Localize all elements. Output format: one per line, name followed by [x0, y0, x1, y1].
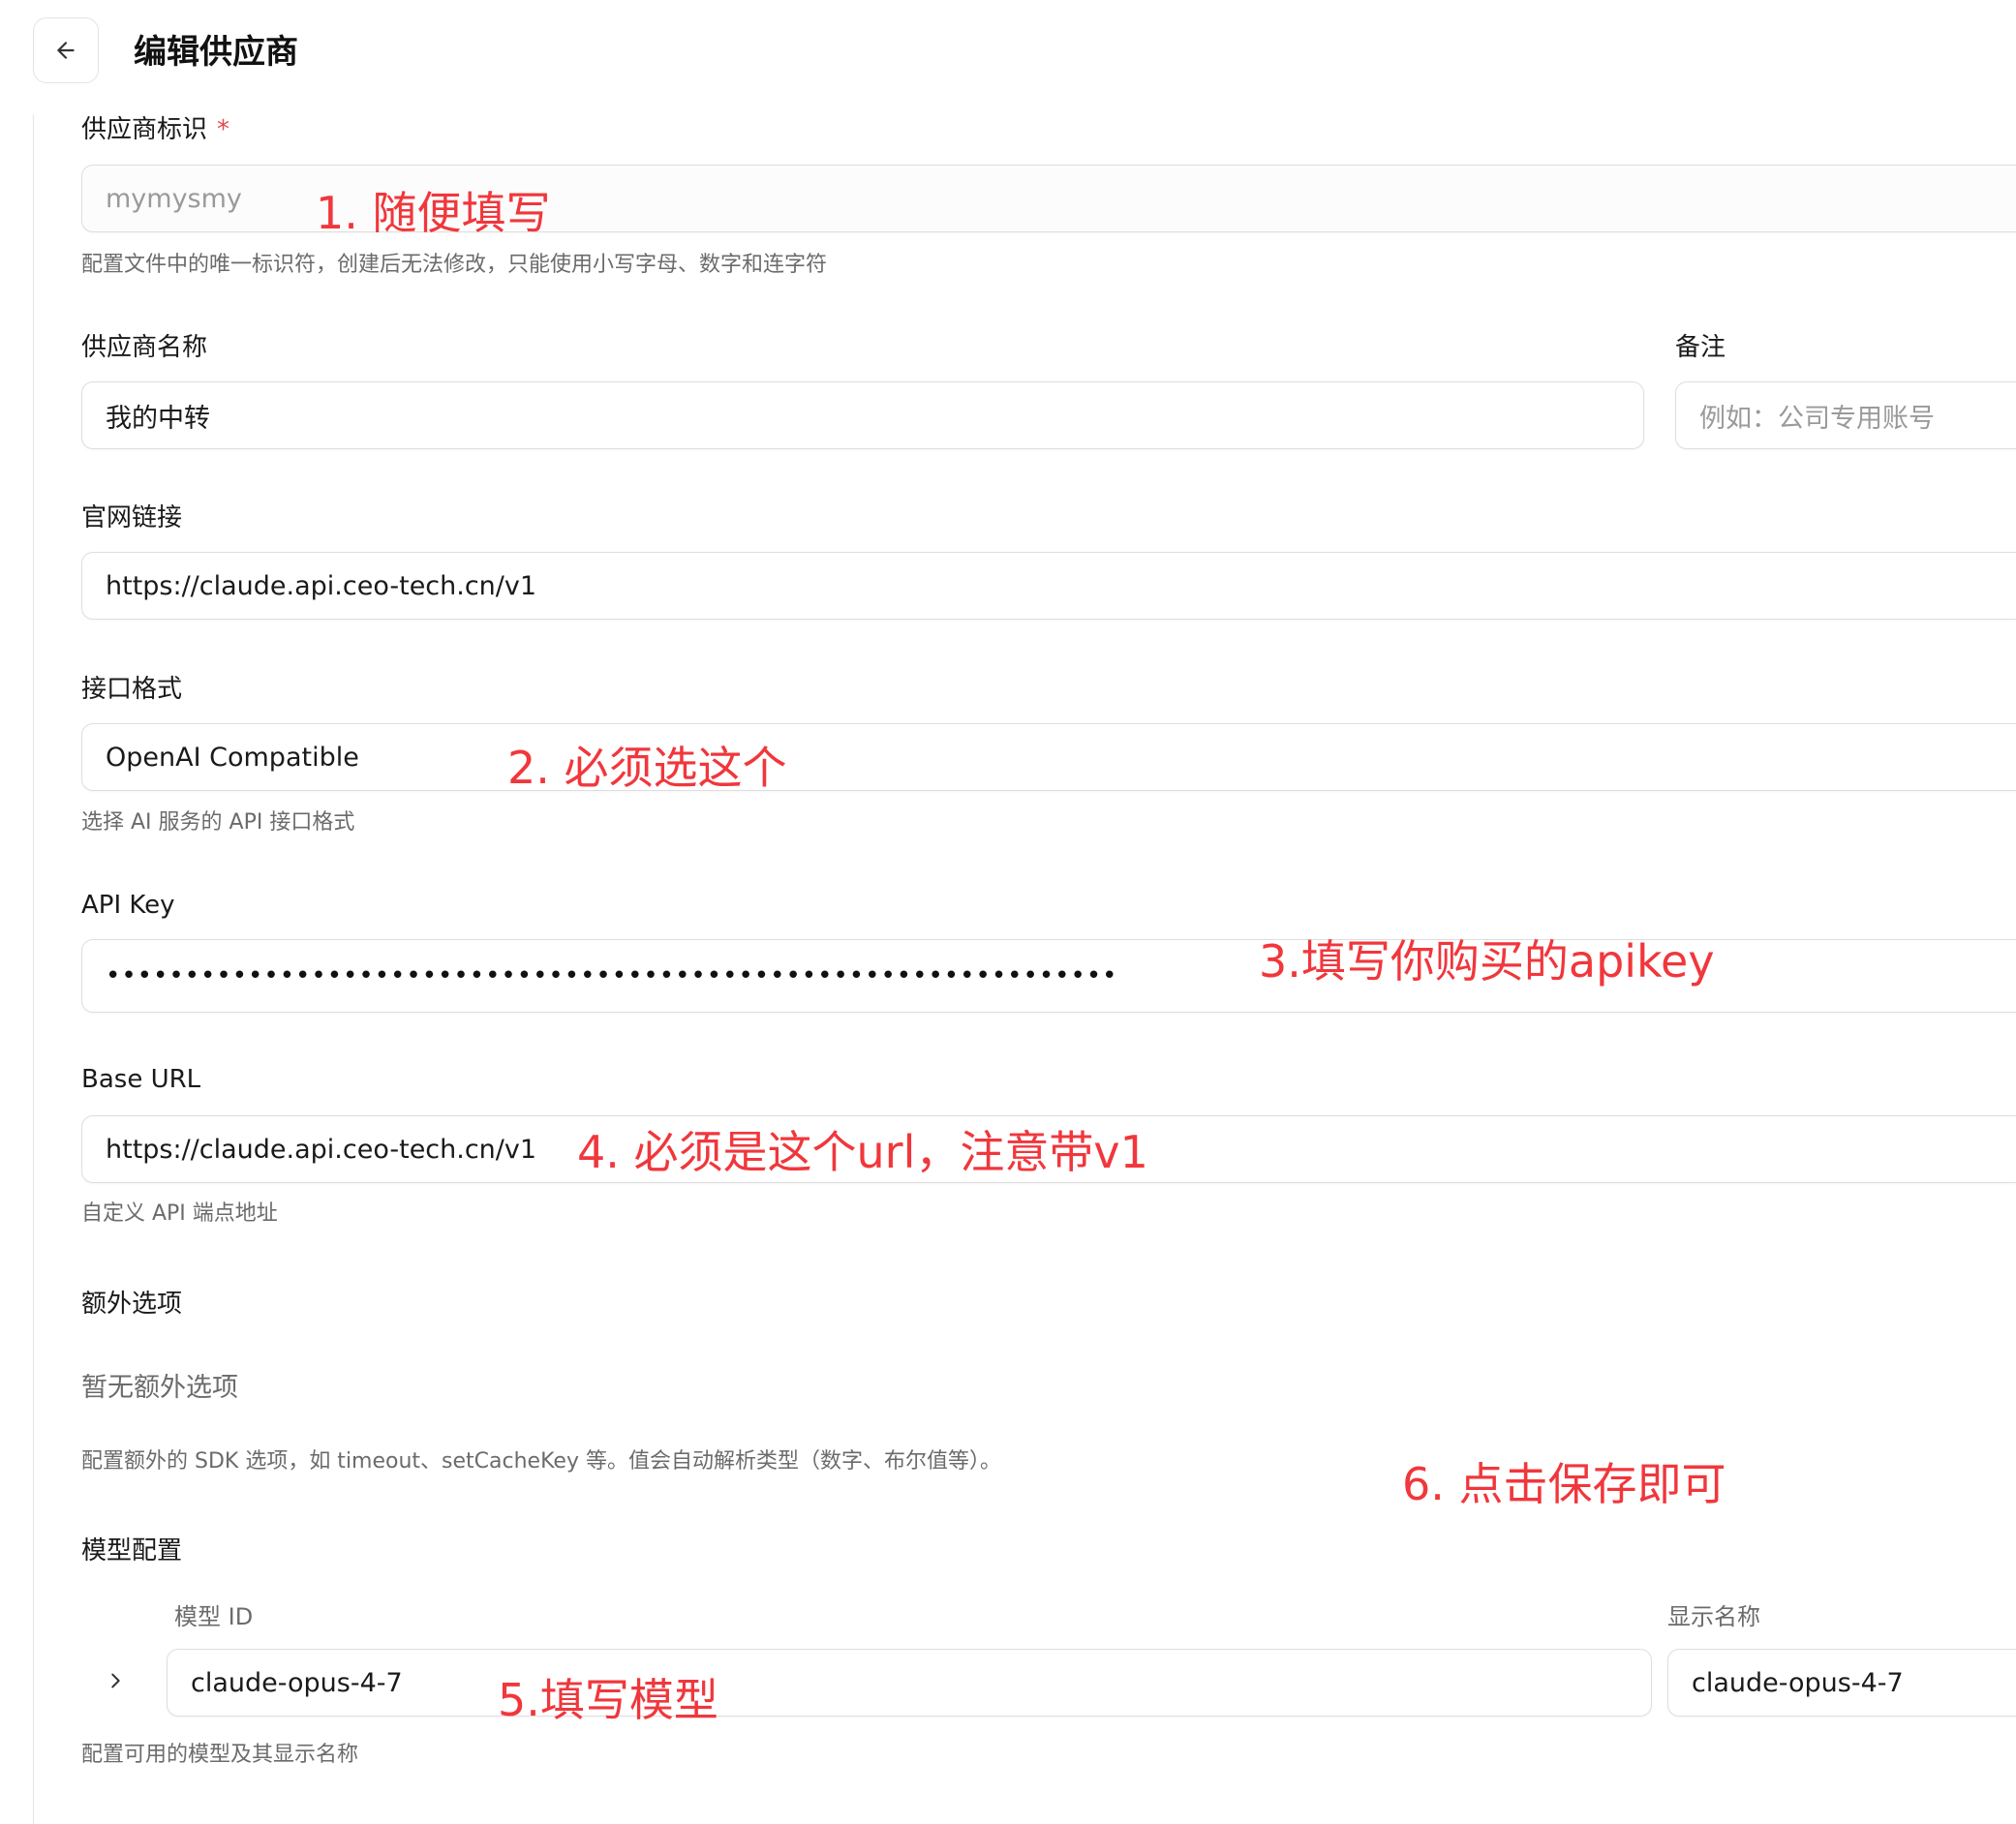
model-display-name-input[interactable]: claude-opus-4-7 [1667, 1649, 2016, 1717]
page-title: 编辑供应商 [134, 33, 298, 72]
annotation-step-1: 1. 随便填写 [316, 187, 551, 239]
arrow-left-icon [57, 42, 75, 59]
model-id-value: claude-opus-4-7 [191, 1667, 403, 1698]
api-key-label: API Key [81, 891, 175, 920]
models-help: 配置可用的模型及其显示名称 [81, 1743, 359, 1767]
model-id-column-label: 模型 ID [174, 1603, 254, 1630]
models-label: 模型配置 [81, 1536, 183, 1566]
note-input[interactable]: 例如：公司专用账号 [1675, 381, 2016, 449]
model-display-name-value: claude-opus-4-7 [1692, 1667, 1904, 1698]
api-key-masked-value: ••••••••••••••••••••••••••••••••••••••••… [106, 961, 1118, 990]
annotation-step-4: 4. 必须是这个url，注意带v1 [577, 1126, 1148, 1178]
provider-name-label: 供应商名称 [81, 333, 208, 362]
website-value: https://claude.api.ceo-tech.cn/v1 [106, 570, 537, 601]
extra-options-empty: 暂无额外选项 [81, 1373, 238, 1403]
base-url-help: 自定义 API 端点地址 [81, 1201, 278, 1226]
api-format-help: 选择 AI 服务的 API 接口格式 [81, 810, 355, 835]
note-label: 备注 [1675, 333, 1726, 362]
api-key-input[interactable]: ••••••••••••••••••••••••••••••••••••••••… [81, 939, 2016, 1013]
api-format-select[interactable]: OpenAI Compatible [81, 723, 2016, 791]
model-row-expand-button[interactable] [101, 1666, 130, 1695]
extra-options-help: 配置额外的 SDK 选项，如 timeout、setCacheKey 等。值会自… [81, 1449, 1001, 1474]
chevron-right-icon [111, 1673, 120, 1688]
website-input[interactable]: https://claude.api.ceo-tech.cn/v1 [81, 552, 2016, 620]
annotation-step-5: 5.填写模型 [498, 1674, 718, 1726]
model-display-name-column-label: 显示名称 [1667, 1603, 1760, 1630]
provider-name-input[interactable]: 我的中转 [81, 381, 1644, 449]
extra-options-label: 额外选项 [81, 1290, 183, 1319]
annotation-step-6: 6. 点击保存即可 [1402, 1458, 1726, 1510]
note-placeholder: 例如：公司专用账号 [1699, 403, 1935, 434]
provider-id-help: 配置文件中的唯一标识符，创建后无法修改，只能使用小写字母、数字和连字符 [81, 253, 828, 277]
provider-id-label: 供应商标识 * [81, 112, 229, 147]
provider-id-label-text: 供应商标识 [81, 115, 208, 144]
model-id-input[interactable]: claude-opus-4-7 [167, 1649, 1652, 1717]
api-format-label: 接口格式 [81, 675, 183, 704]
provider-id-value: mymysmy [106, 183, 242, 214]
api-format-value: OpenAI Compatible [106, 742, 359, 773]
annotation-step-2: 2. 必须选这个 [507, 742, 787, 794]
edit-provider-page: 编辑供应商 供应商标识 * mymysmy 配置文件中的唯一标识符，创建后无法修改… [0, 0, 2016, 1824]
content-left-border [33, 114, 34, 1824]
base-url-label: Base URL [81, 1065, 201, 1094]
required-mark: * [217, 115, 230, 144]
provider-name-value: 我的中转 [106, 403, 210, 434]
base-url-value: https://claude.api.ceo-tech.cn/v1 [106, 1134, 537, 1165]
back-button[interactable] [33, 17, 99, 83]
annotation-step-3: 3.填写你购买的apikey [1259, 935, 1715, 988]
website-label: 官网链接 [81, 503, 183, 532]
